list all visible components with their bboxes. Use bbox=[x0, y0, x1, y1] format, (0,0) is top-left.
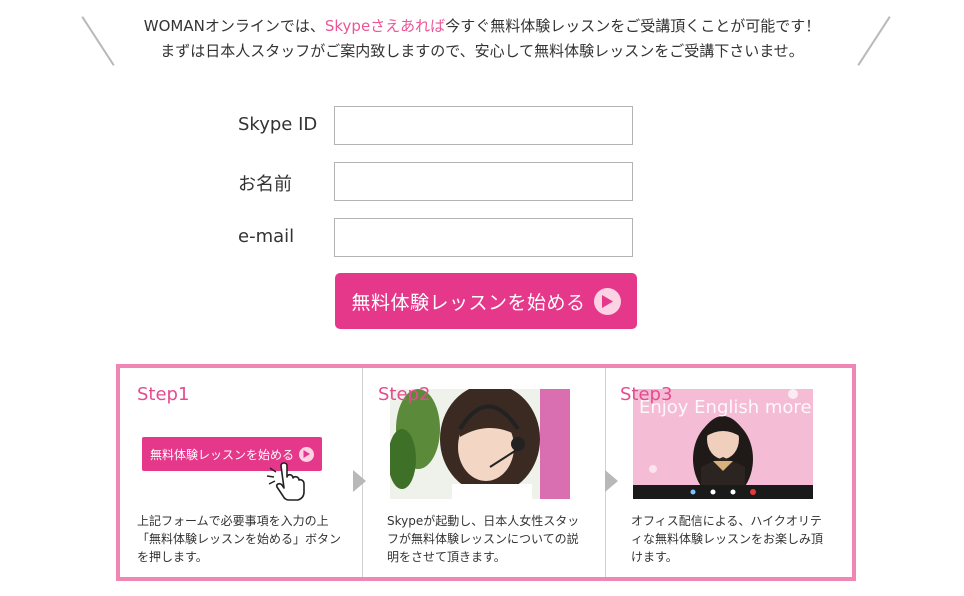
intro-text: WOMANオンラインでは、 bbox=[143, 17, 325, 35]
skype-id-label: Skype ID bbox=[238, 114, 318, 135]
email-label: e-mail bbox=[238, 226, 295, 247]
start-free-lesson-label: 無料体験レッスンを始める bbox=[351, 291, 586, 314]
step1-description-line: 上記フォームで必要事項を入力の上 bbox=[137, 514, 329, 528]
arrow-right-icon bbox=[353, 470, 366, 492]
steps-panel: Step1 無料体験レッスンを始める 上記フォームで必要事項を入力の上 「無料体… bbox=[116, 364, 856, 581]
intro-highlight: Skypeさえあれば bbox=[324, 17, 446, 35]
step2-description-line: フが無料体験レッスンについての説 bbox=[387, 532, 579, 546]
play-icon bbox=[593, 287, 621, 315]
step3-video-screenshot: Enjoy English more! bbox=[633, 389, 813, 499]
step1-description: 上記フォームで必要事項を入力の上 「無料体験レッスンを始める」ボタン を押します… bbox=[137, 512, 342, 566]
step1-description-line: を押します。 bbox=[137, 550, 208, 564]
intro-text-after: 今すぐ無料体験レッスンをご受講頂くことが可能です！ bbox=[445, 17, 821, 35]
step3-description-line: けます。 bbox=[631, 550, 678, 564]
play-icon bbox=[299, 446, 314, 462]
step3-description-line: ィな無料体験レッスンをお楽しみ頂 bbox=[631, 532, 824, 546]
intro-line-2: まずは日本人スタッフがご案内致しますので、安心して無料体験レッスンをご受講下さい… bbox=[160, 42, 804, 60]
name-label: お名前 bbox=[238, 174, 292, 195]
step3-description-line: オフィス配信による、ハイクオリテ bbox=[631, 514, 822, 528]
step1-example-button-label: 無料体験レッスンを始める bbox=[149, 447, 294, 462]
step2-description: Skypeが起動し、日本人女性スタッ フが無料体験レッスンについての説 明をさせ… bbox=[387, 512, 592, 566]
email-input[interactable] bbox=[334, 218, 633, 257]
skype-id-input[interactable] bbox=[334, 106, 633, 145]
step2-title: Step2 bbox=[378, 384, 431, 405]
step2-staff-photo bbox=[390, 389, 570, 499]
step1-description-line: 「無料体験レッスンを始める」ボタン bbox=[137, 532, 342, 546]
intro-line-1: WOMANオンラインでは、Skypeさえあれば今すぐ無料体験レッスンをご受講頂く… bbox=[0, 15, 964, 36]
start-free-lesson-button[interactable]: 無料体験レッスンを始める bbox=[335, 273, 637, 329]
arrow-right-icon bbox=[605, 470, 618, 492]
step2-description-line: 明をさせて頂きます。 bbox=[387, 550, 506, 564]
step2-description-line: Skypeが起動し、日本人女性スタッ bbox=[387, 514, 580, 528]
name-input[interactable] bbox=[334, 162, 633, 201]
step2-photo-illustration bbox=[390, 389, 570, 499]
step3-description: オフィス配信による、ハイクオリテ ィな無料体験レッスンをお楽しみ頂 けます。 bbox=[631, 512, 836, 566]
step3-title: Step3 bbox=[620, 384, 673, 405]
step1-title: Step1 bbox=[137, 384, 190, 405]
pointer-hand-icon bbox=[266, 462, 305, 501]
